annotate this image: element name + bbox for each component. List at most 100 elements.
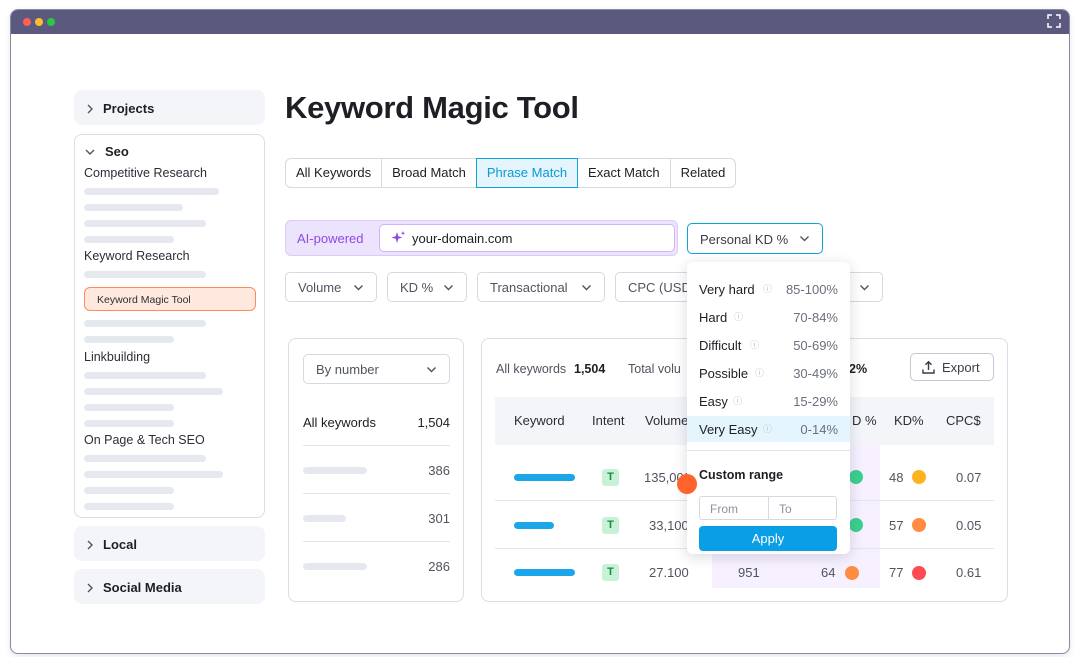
- info-icon: ⓘ: [755, 368, 765, 378]
- domain-input-value: your-domain.com: [412, 230, 513, 246]
- column-intent[interactable]: Intent: [592, 413, 625, 428]
- kd-cell: 48: [889, 470, 904, 485]
- custom-range-title: Custom range: [699, 468, 784, 482]
- volume-cell: 33,100: [649, 518, 689, 533]
- kd-option-easy[interactable]: Easy ⓘ 15-29%: [687, 388, 850, 414]
- expand-icon[interactable]: [1047, 14, 1061, 28]
- chevron-down-icon: [427, 367, 436, 373]
- ai-search-box: AI-powered your-domain.com: [285, 220, 678, 256]
- kd-option-difficult[interactable]: Difficult ⓘ 50-69%: [687, 332, 850, 358]
- group-row-all[interactable]: All keywords 1,504: [303, 415, 450, 463]
- chevron-right-icon: [87, 540, 93, 549]
- kd-option-very-hard[interactable]: Very hard ⓘ 85-100%: [687, 276, 850, 302]
- kd-option-range: 85-100%: [785, 282, 838, 297]
- domain-input[interactable]: your-domain.com: [379, 224, 675, 252]
- intent-filter[interactable]: Transactional: [477, 272, 605, 302]
- kd-cell: 77: [889, 565, 904, 580]
- export-button-label: Export: [942, 359, 980, 375]
- info-icon: ⓘ: [763, 284, 773, 294]
- kd-dot: [912, 518, 926, 532]
- kd-option-range: 0-14%: [800, 422, 838, 437]
- minimize-window-dot[interactable]: [35, 18, 43, 26]
- placeholder-bar: [84, 220, 206, 227]
- sidebar-social-media-label: Social Media: [103, 580, 182, 595]
- sidebar-social-media[interactable]: Social Media: [74, 569, 265, 604]
- group-count: 286: [428, 559, 450, 574]
- group-all-count: 1,504: [417, 415, 450, 430]
- kd-filter-label: KD %: [400, 280, 434, 295]
- cpc-cell: 0.07: [956, 470, 982, 485]
- tab-phrase-match[interactable]: Phrase Match: [475, 158, 579, 188]
- placeholder-bar: [84, 336, 174, 343]
- keyword-placeholder-bar: [514, 569, 575, 576]
- placeholder-bar: [84, 320, 206, 327]
- group-row[interactable]: 386: [303, 463, 450, 511]
- kd-option-hard[interactable]: Hard ⓘ 70-84%: [687, 304, 850, 330]
- kd-option-range: 30-49%: [793, 366, 838, 381]
- group-row[interactable]: 301: [303, 511, 450, 559]
- volume-filter-label: Volume: [298, 280, 342, 295]
- divider: [303, 493, 450, 494]
- cpc-filter-label: CPC (USD: [628, 280, 691, 295]
- range-from-input[interactable]: From: [699, 496, 769, 520]
- placeholder-bar: [84, 188, 219, 195]
- trend-cell: 951: [738, 565, 760, 580]
- app-window: Projects Seo Competitive Research Keywor…: [10, 9, 1070, 654]
- divider: [303, 445, 450, 446]
- column-keyword[interactable]: Keyword: [514, 413, 565, 428]
- column-personal-kd[interactable]: D %: [852, 413, 877, 428]
- sidebar-local[interactable]: Local: [74, 526, 265, 561]
- sidebar-item-keyword-magic-tool[interactable]: Keyword Magic Tool: [84, 287, 256, 311]
- volume-filter[interactable]: Volume: [285, 272, 377, 302]
- placeholder-bar: [84, 471, 223, 478]
- placeholder-bar: [303, 467, 367, 474]
- sidebar-item-competitive-research[interactable]: Competitive Research: [84, 166, 207, 180]
- tab-exact-match[interactable]: Exact Match: [577, 158, 671, 188]
- sidebar-item-on-page-tech-seo[interactable]: On Page & Tech SEO: [84, 433, 205, 447]
- chevron-down-icon: [800, 236, 809, 242]
- group-count: 301: [428, 511, 450, 526]
- maximize-window-dot[interactable]: [47, 18, 55, 26]
- personal-kd-dot: [845, 566, 859, 580]
- kd-option-possible[interactable]: Possible ⓘ 30-49%: [687, 360, 850, 386]
- placeholder-bar: [84, 503, 174, 510]
- placeholder-bar: [84, 388, 223, 395]
- group-row[interactable]: 286: [303, 559, 450, 607]
- sidebar-seo-header[interactable]: Seo: [84, 144, 129, 159]
- sidebar-seo-section: Seo Competitive Research Keyword Researc…: [74, 134, 265, 518]
- total-volume-label: Total volu: [628, 362, 681, 376]
- close-window-dot[interactable]: [23, 18, 31, 26]
- column-cpc[interactable]: CPC$: [946, 413, 981, 428]
- range-to-input[interactable]: To: [768, 496, 837, 520]
- keyword-placeholder-bar: [514, 522, 554, 529]
- stat-partial-value: 2%: [849, 362, 868, 376]
- ai-powered-label: AI-powered: [297, 231, 364, 246]
- upload-icon: [922, 360, 935, 374]
- placeholder-bar: [84, 204, 183, 211]
- chevron-down-icon: [582, 285, 591, 291]
- chevron-down-icon: [444, 285, 453, 291]
- apply-button[interactable]: Apply: [699, 526, 837, 551]
- export-button[interactable]: Export: [910, 353, 994, 381]
- intent-badge: T: [602, 517, 619, 534]
- sidebar-projects[interactable]: Projects: [74, 90, 265, 125]
- kd-option-label: Difficult: [699, 338, 742, 353]
- kd-dot: [912, 566, 926, 580]
- group-by-select[interactable]: By number: [303, 354, 450, 384]
- column-volume[interactable]: Volume: [645, 413, 688, 428]
- tab-all-keywords[interactable]: All Keywords: [285, 158, 383, 188]
- personal-kd-select[interactable]: Personal KD %: [687, 223, 823, 254]
- tab-related[interactable]: Related: [669, 158, 737, 188]
- sparkle-icon: [391, 231, 406, 243]
- kd-dot: [912, 470, 926, 484]
- sidebar-item-linkbuilding[interactable]: Linkbuilding: [84, 350, 150, 364]
- cursor-indicator: [677, 474, 697, 494]
- kd-filter[interactable]: KD %: [387, 272, 467, 302]
- sidebar-item-keyword-research[interactable]: Keyword Research: [84, 249, 190, 263]
- column-kd[interactable]: KD%: [894, 413, 924, 428]
- chevron-down-icon: [354, 285, 363, 291]
- kd-option-very-easy[interactable]: Very Easy ⓘ 0-14%: [687, 416, 850, 442]
- group-count: 386: [428, 463, 450, 478]
- personal-kd-dot: [849, 470, 863, 484]
- tab-broad-match[interactable]: Broad Match: [381, 158, 477, 188]
